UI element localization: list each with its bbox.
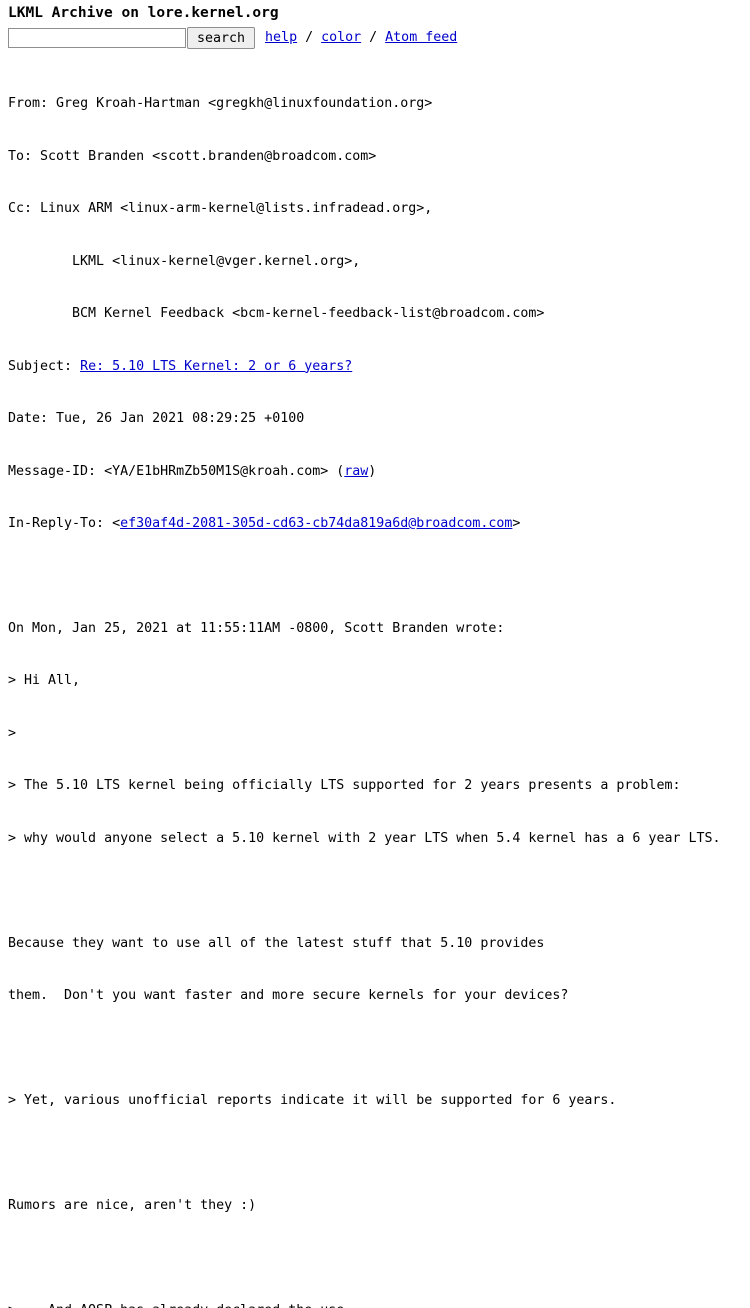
cc-value-1: Linux ARM <linux-arm-kernel@lists.infrad…: [40, 201, 432, 216]
body-line: > Yet, various unofficial reports indica…: [8, 1092, 750, 1110]
search-input[interactable]: [8, 28, 186, 48]
search-bar: search help / color / Atom feed: [8, 26, 750, 50]
header-in-reply-to: In-Reply-To: <ef30af4d-2081-305d-cd63-cb…: [8, 515, 750, 533]
in-reply-to-label: In-Reply-To:: [8, 516, 112, 531]
message-id-close-bracket: >: [320, 464, 336, 479]
raw-close-paren: ): [368, 464, 376, 479]
nav-separator-1: /: [297, 30, 321, 45]
raw-link[interactable]: raw: [344, 464, 368, 479]
help-link[interactable]: help: [265, 30, 297, 45]
date-label: Date:: [8, 411, 56, 426]
body-line: >: [8, 725, 750, 743]
color-link[interactable]: color: [321, 30, 361, 45]
date-value: Tue, 26 Jan 2021 08:29:25 +0100: [56, 411, 304, 426]
header-date: Date: Tue, 26 Jan 2021 08:29:25 +0100: [8, 410, 750, 428]
header-subject: Subject: Re: 5.10 LTS Kernel: 2 or 6 yea…: [8, 358, 750, 376]
in-reply-to-close-bracket: >: [512, 516, 520, 531]
body-line: > And AOSP has already declared the use: [8, 1302, 750, 1308]
body-line-blank: [8, 1145, 750, 1163]
header-cc: Cc: Linux ARM <linux-arm-kernel@lists.in…: [8, 200, 750, 218]
body-line: Rumors are nice, aren't they :): [8, 1197, 750, 1215]
from-label: From:: [8, 96, 56, 111]
header-cc-cont-2: BCM Kernel Feedback <bcm-kernel-feedback…: [8, 305, 750, 323]
header-cc-cont-1: LKML <linux-kernel@vger.kernel.org>,: [8, 253, 750, 271]
message-body: On Mon, Jan 25, 2021 at 11:55:11AM -0800…: [8, 585, 750, 1308]
message-id-open-bracket: <: [104, 464, 112, 479]
cc-label: Cc:: [8, 201, 40, 216]
message-id-value: YA/E1bHRmZb50M1S@kroah.com: [112, 464, 320, 479]
to-value: Scott Branden <scott.branden@broadcom.co…: [40, 149, 376, 164]
subject-link[interactable]: Re: 5.10 LTS Kernel: 2 or 6 years?: [80, 359, 352, 374]
body-line: them. Don't you want faster and more sec…: [8, 987, 750, 1005]
page-container: LKML Archive on lore.kernel.org search h…: [0, 0, 750, 1308]
message-id-label: Message-ID:: [8, 464, 104, 479]
body-line: On Mon, Jan 25, 2021 at 11:55:11AM -0800…: [8, 620, 750, 638]
from-value: Greg Kroah-Hartman <gregkh@linuxfoundati…: [56, 96, 432, 111]
body-line: > Hi All,: [8, 672, 750, 690]
page-title: LKML Archive on lore.kernel.org: [8, 4, 750, 22]
body-line: > The 5.10 LTS kernel being officially L…: [8, 777, 750, 795]
subject-label: Subject:: [8, 359, 80, 374]
body-line-blank: [8, 1250, 750, 1268]
header-message-id: Message-ID: <YA/E1bHRmZb50M1S@kroah.com>…: [8, 463, 750, 481]
nav-links: help / color / Atom feed: [265, 29, 457, 47]
header-to: To: Scott Branden <scott.branden@broadco…: [8, 148, 750, 166]
mail-headers: From: Greg Kroah-Hartman <gregkh@linuxfo…: [8, 60, 750, 568]
body-line-blank: [8, 1040, 750, 1058]
nav-separator-2: /: [361, 30, 385, 45]
to-label: To:: [8, 149, 40, 164]
header-from: From: Greg Kroah-Hartman <gregkh@linuxfo…: [8, 95, 750, 113]
body-line: Because they want to use all of the late…: [8, 935, 750, 953]
body-line: > why would anyone select a 5.10 kernel …: [8, 830, 750, 848]
in-reply-to-open-bracket: <: [112, 516, 120, 531]
in-reply-to-link[interactable]: ef30af4d-2081-305d-cd63-cb74da819a6d@bro…: [120, 516, 512, 531]
body-line-blank: [8, 882, 750, 900]
search-button[interactable]: search: [187, 27, 255, 49]
atom-feed-link[interactable]: Atom feed: [385, 30, 457, 45]
